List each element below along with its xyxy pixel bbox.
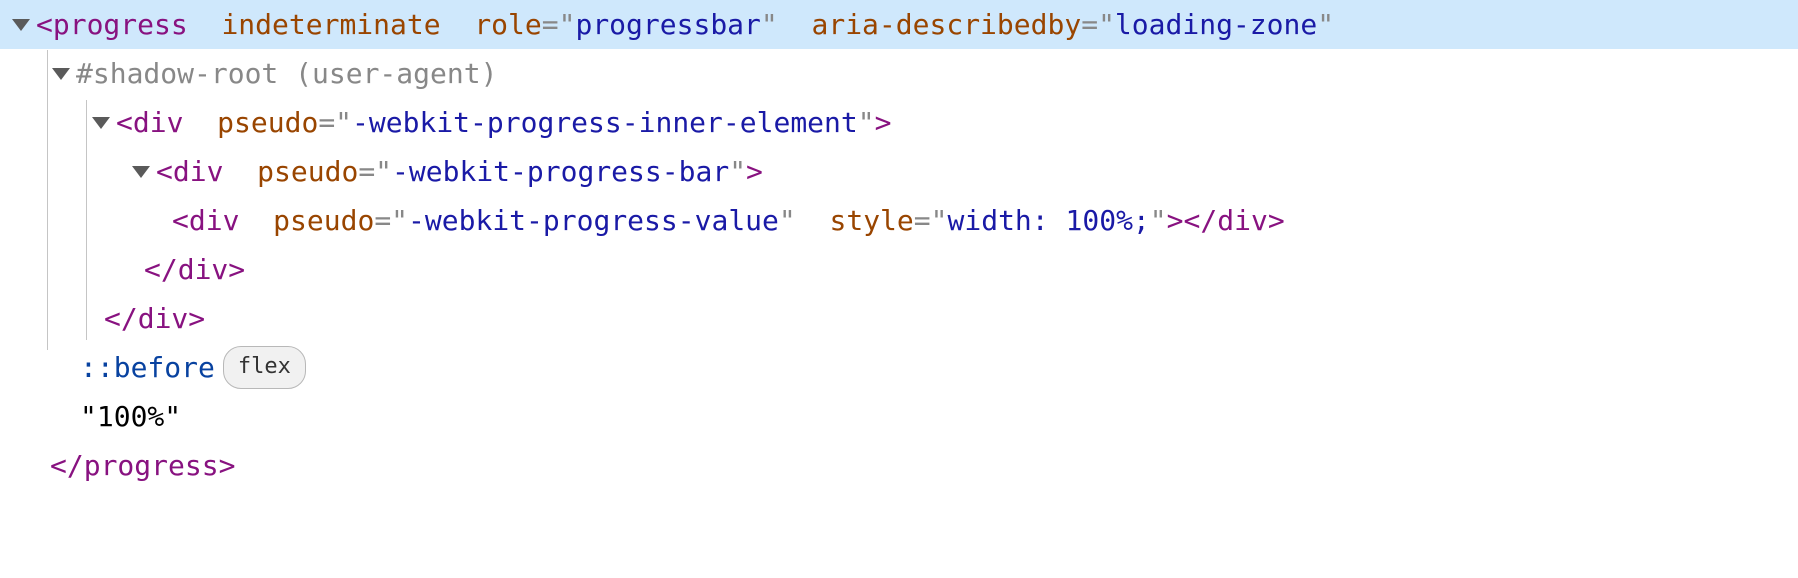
text-node-content: "100%" <box>80 392 181 441</box>
quote: " <box>761 8 778 41</box>
shadow-root-label: #shadow-root (user-agent) <box>76 49 497 98</box>
dom-node-progress-bar[interactable]: <div pseudo="-webkit-progress-bar"> <box>0 147 1798 196</box>
tag-name: div <box>138 294 189 343</box>
dom-tree: <progress indeterminate role="progressba… <box>0 0 1798 490</box>
attr-pseudo: pseudo <box>257 155 358 188</box>
angle-bracket: > <box>188 294 205 343</box>
shadow-root-node[interactable]: #shadow-root (user-agent) <box>0 49 1798 98</box>
quote: " <box>1098 8 1115 41</box>
text-node[interactable]: "100%" <box>0 392 1798 441</box>
expand-arrow-icon[interactable] <box>132 166 150 178</box>
tag-name: div <box>1217 204 1268 237</box>
angle-bracket: < <box>36 8 53 41</box>
pseudo-before-node[interactable]: ::before flex <box>0 343 1798 392</box>
dom-node-div-close[interactable]: </div> <box>0 245 1798 294</box>
dom-node-div-close[interactable]: </div> <box>0 294 1798 343</box>
angle-bracket: < <box>172 204 189 237</box>
equals: = <box>374 204 391 237</box>
equals: = <box>914 204 931 237</box>
angle-bracket: </ <box>104 294 138 343</box>
tag-name: div <box>178 245 229 294</box>
equals: = <box>318 106 335 139</box>
dom-node-inner-element[interactable]: <div pseudo="-webkit-progress-inner-elem… <box>0 98 1798 147</box>
angle-bracket: < <box>116 106 133 139</box>
attr-indeterminate: indeterminate <box>221 8 440 41</box>
quote: " <box>1317 8 1334 41</box>
tag-name: progress <box>53 8 188 41</box>
quote: " <box>335 106 352 139</box>
quote: " <box>559 8 576 41</box>
tag-name: div <box>173 155 224 188</box>
expand-arrow-icon[interactable] <box>52 68 70 80</box>
flex-badge[interactable]: flex <box>223 346 306 390</box>
angle-bracket: </ <box>144 245 178 294</box>
attr-pseudo-value: -webkit-progress-bar <box>392 155 729 188</box>
dom-node-progress-close[interactable]: </progress> <box>0 441 1798 490</box>
attr-style-value: width: 100%; <box>948 204 1150 237</box>
tag-name: div <box>133 106 184 139</box>
equals: = <box>1081 8 1098 41</box>
tree-guide-line <box>86 100 87 340</box>
attr-pseudo-value: -webkit-progress-value <box>408 204 779 237</box>
quote: " <box>375 155 392 188</box>
pseudo-element-label: ::before <box>80 343 215 392</box>
angle-bracket: ></ <box>1167 204 1218 237</box>
quote: " <box>729 155 746 188</box>
expand-arrow-icon[interactable] <box>92 117 110 129</box>
angle-bracket: < <box>156 155 173 188</box>
quote: " <box>858 106 875 139</box>
tree-guide-line <box>47 50 48 350</box>
angle-bracket: > <box>875 106 892 139</box>
tag-name: progress <box>84 441 219 490</box>
tag-name: div <box>189 204 240 237</box>
attr-pseudo-value: -webkit-progress-inner-element <box>352 106 858 139</box>
attr-style: style <box>829 204 913 237</box>
angle-bracket: </ <box>50 441 84 490</box>
quote: " <box>779 204 796 237</box>
equals: = <box>542 8 559 41</box>
angle-bracket: > <box>228 245 245 294</box>
dom-node-progress-value[interactable]: <div pseudo="-webkit-progress-value" sty… <box>0 196 1798 245</box>
attr-aria-describedby-value: loading-zone <box>1115 8 1317 41</box>
angle-bracket: > <box>1268 204 1285 237</box>
expand-arrow-icon[interactable] <box>12 19 30 31</box>
quote: " <box>1150 204 1167 237</box>
angle-bracket: > <box>219 441 236 490</box>
attr-pseudo: pseudo <box>217 106 318 139</box>
dom-node-progress-open[interactable]: <progress indeterminate role="progressba… <box>0 0 1798 49</box>
attr-role: role <box>474 8 541 41</box>
quote: " <box>931 204 948 237</box>
attr-role-value: progressbar <box>575 8 760 41</box>
attr-aria-describedby: aria-describedby <box>811 8 1081 41</box>
angle-bracket: > <box>746 155 763 188</box>
attr-pseudo: pseudo <box>273 204 374 237</box>
equals: = <box>358 155 375 188</box>
quote: " <box>391 204 408 237</box>
